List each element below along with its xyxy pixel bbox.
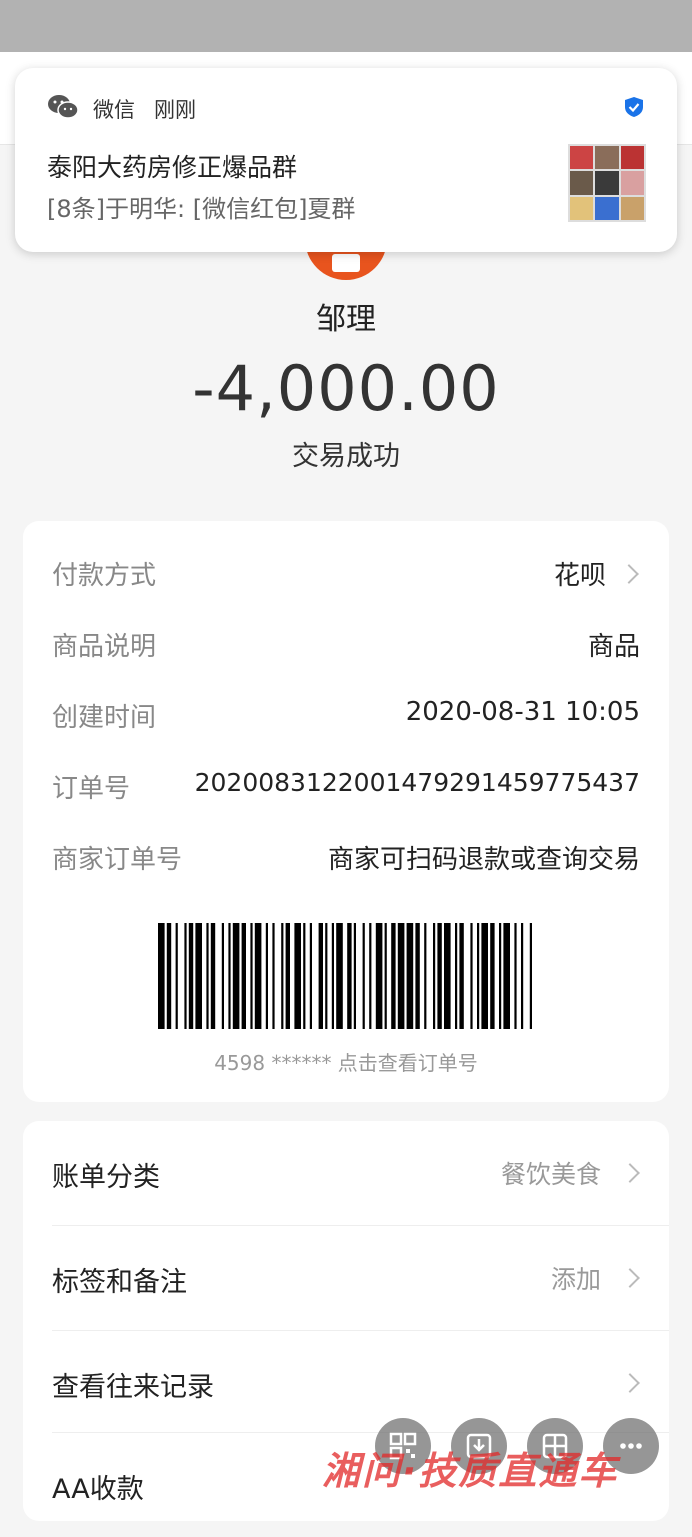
barcode-bar	[433, 923, 436, 1029]
order-number-value: 2020083122001479291459775437	[194, 768, 640, 797]
barcode-bar	[521, 923, 524, 1029]
payment-method-row[interactable]: 付款方式 花呗	[52, 555, 640, 595]
barcode-bar	[503, 923, 510, 1029]
barcode-bar	[188, 923, 194, 1029]
barcode-bar	[241, 923, 246, 1029]
product-row: 商品说明 商品	[52, 626, 640, 666]
barcode-bar	[490, 923, 495, 1029]
barcode-bar	[437, 923, 442, 1029]
history-row[interactable]: 查看往来记录	[23, 1331, 669, 1435]
barcode-bar	[362, 923, 365, 1029]
barcode-bar	[318, 923, 323, 1029]
barcode-bar	[254, 923, 262, 1029]
barcode-bar	[331, 923, 334, 1029]
chevron-right-icon	[619, 564, 639, 584]
barcode-bar	[424, 923, 427, 1029]
barcode-bar	[281, 923, 284, 1029]
barcode-bar	[303, 923, 306, 1029]
barcode-bar	[397, 923, 405, 1029]
barcode-bar	[325, 923, 328, 1029]
order-number-row: 订单号 2020083122001479291459775437	[52, 768, 640, 808]
barcode-bar	[221, 923, 224, 1029]
order-barcode[interactable]	[158, 923, 534, 1029]
barcode-bar	[206, 923, 209, 1029]
created-time-row: 创建时间 2020-08-31 10:05	[52, 697, 640, 737]
barcode-bar	[294, 923, 301, 1029]
barcode-bar	[184, 923, 187, 1029]
merchant-order-value: 商家可扫码退款或查询交易	[327, 845, 640, 875]
group-avatar	[568, 144, 646, 222]
tags-notes-row[interactable]: 标签和备注 添加	[23, 1226, 669, 1330]
product-value: 商品	[587, 632, 640, 662]
wechat-notification[interactable]: 微信 刚刚 泰阳大药房修正爆品群 [8条]于明华: [微信红包]夏群	[15, 68, 677, 252]
barcode-bar	[166, 923, 172, 1029]
verified-shield-icon	[625, 97, 643, 117]
barcode-bar	[499, 923, 502, 1029]
transaction-status: 交易成功	[292, 441, 400, 472]
barcode-bar	[285, 923, 290, 1029]
barcode-bar	[384, 923, 387, 1029]
product-label: 商品说明	[52, 632, 157, 662]
wechat-icon	[48, 95, 79, 119]
barcode-bar	[455, 923, 458, 1029]
bill-category-value: 餐饮美食	[500, 1160, 601, 1189]
transaction-details-card: 付款方式 花呗 商品说明 商品 创建时间 2020-08-31 10:05 订单…	[23, 521, 669, 1102]
barcode-bar	[470, 923, 473, 1029]
history-label: 查看往来记录	[52, 1372, 214, 1403]
barcode-bar	[444, 923, 451, 1029]
barcode-bar	[481, 923, 488, 1029]
barcode-bar	[375, 923, 383, 1029]
barcode-bar	[158, 923, 165, 1029]
merchant-order-label: 商家订单号	[52, 845, 183, 875]
barcode-bar	[477, 923, 480, 1029]
barcode-bar	[265, 923, 268, 1029]
tags-notes-label: 标签和备注	[52, 1267, 187, 1298]
barcode-bar	[175, 923, 178, 1029]
notification-title: 泰阳大药房修正爆品群	[47, 153, 298, 182]
aa-collect-label: AA收款	[52, 1474, 144, 1505]
chevron-right-icon	[620, 1268, 640, 1288]
barcode-bar	[391, 923, 396, 1029]
barcode-bar	[406, 923, 414, 1029]
barcode-bar	[369, 923, 372, 1029]
barcode-bar	[195, 923, 202, 1029]
transaction-amount: -4,000.00	[192, 352, 500, 425]
payment-method-value: 花呗	[553, 561, 606, 591]
merchant-name: 邹理	[316, 302, 376, 337]
barcode-bar	[347, 923, 352, 1029]
barcode-bar	[529, 923, 532, 1029]
bill-category-label: 账单分类	[52, 1162, 160, 1193]
bill-category-row[interactable]: 账单分类 餐饮美食	[23, 1121, 669, 1225]
merchant-order-row: 商家订单号 商家可扫码退款或查询交易	[52, 839, 640, 879]
notification-body: [8条]于明华: [微信红包]夏群	[47, 195, 356, 223]
tags-notes-value: 添加	[550, 1265, 601, 1294]
barcode-bar	[459, 923, 464, 1029]
barcode-bar	[210, 923, 216, 1029]
chevron-right-icon	[620, 1373, 640, 1393]
barcode-bar	[514, 923, 517, 1029]
payment-method-label: 付款方式	[52, 561, 157, 591]
chevron-right-icon	[620, 1163, 640, 1183]
barcode-bar	[228, 923, 231, 1029]
barcode-bar	[336, 923, 343, 1029]
barcode-bar	[309, 923, 312, 1029]
created-time-label: 创建时间	[52, 703, 157, 733]
barcode-bar	[232, 923, 240, 1029]
notification-app-name: 微信	[93, 98, 135, 122]
status-bar	[0, 0, 692, 52]
created-time-value: 2020-08-31 10:05	[405, 697, 640, 727]
barcode-bar	[250, 923, 253, 1029]
order-number-label: 订单号	[52, 774, 131, 804]
barcode-caption[interactable]: 4598 ****** 点击查看订单号	[23, 1047, 669, 1076]
notification-time: 刚刚	[154, 98, 196, 122]
barcode-bar	[415, 923, 420, 1029]
watermark: 湘问·技质直通车	[322, 1449, 619, 1493]
barcode-bar	[353, 923, 356, 1029]
barcode-bar	[272, 923, 275, 1029]
